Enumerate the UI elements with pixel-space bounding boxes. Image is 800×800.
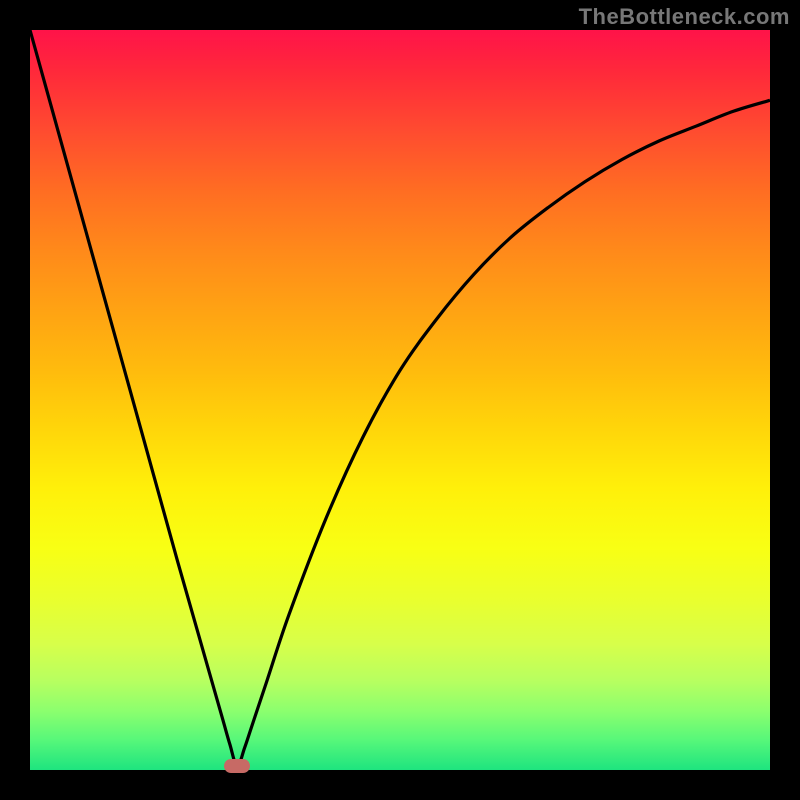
chart-frame: TheBottleneck.com	[0, 0, 800, 800]
plot-area	[30, 30, 770, 770]
minimum-marker	[224, 759, 250, 773]
curve-path	[30, 30, 770, 766]
plot-svg	[30, 30, 770, 770]
watermark-text: TheBottleneck.com	[579, 4, 790, 30]
